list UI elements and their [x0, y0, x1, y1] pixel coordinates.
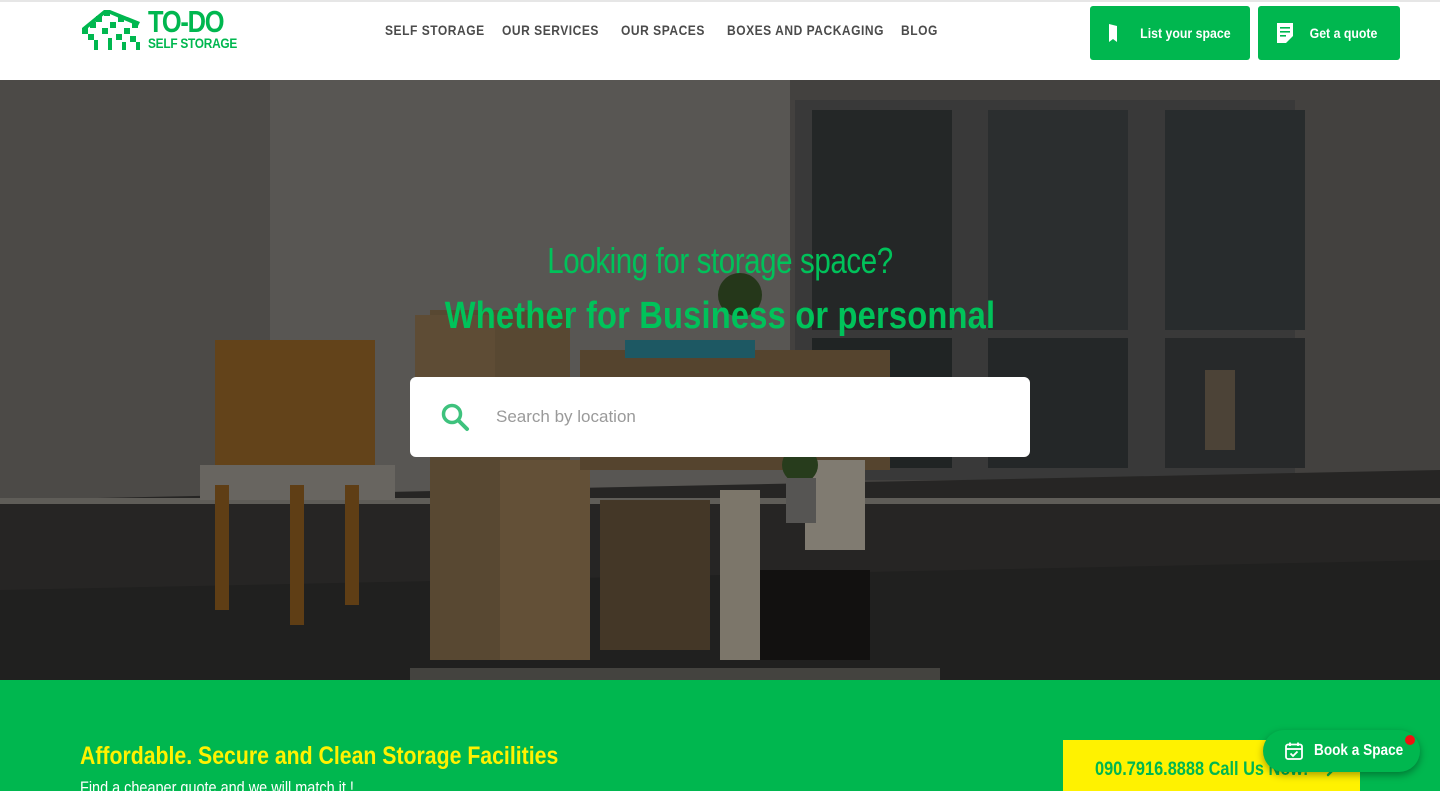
- notification-dot: [1405, 735, 1415, 745]
- main-nav: SELF STORAGE OUR SERVICES OUR SPACES BOX…: [385, 22, 974, 38]
- logo-mark-icon: [82, 10, 140, 50]
- logo-tagline: SELF STORAGE: [148, 36, 238, 51]
- list-your-space-button[interactable]: List your space: [1090, 6, 1250, 60]
- logo-name: TO-DO: [148, 4, 225, 39]
- promo-title: Affordable. Secure and Clean Storage Fac…: [80, 742, 559, 770]
- document-icon: [1277, 23, 1294, 43]
- get-a-quote-label: Get a quote: [1310, 25, 1378, 41]
- nav-boxes-and-packaging[interactable]: BOXES AND PACKAGING: [727, 22, 883, 38]
- hero-section: Looking for storage space? Whether for B…: [0, 80, 1440, 680]
- location-search-box[interactable]: [410, 377, 1030, 457]
- bookmark-icon: [1108, 24, 1117, 42]
- search-icon[interactable]: [440, 402, 470, 432]
- site-header: TO-DO SELF STORAGE SELF STORAGE OUR SERV…: [0, 0, 1440, 80]
- hero-heading: Looking for storage space?: [547, 240, 893, 281]
- promo-band: Affordable. Secure and Clean Storage Fac…: [0, 680, 1440, 791]
- nav-blog[interactable]: BLOG: [901, 22, 938, 38]
- location-search-input[interactable]: [496, 407, 996, 427]
- get-a-quote-button[interactable]: Get a quote: [1258, 6, 1400, 60]
- list-your-space-label: List your space: [1139, 25, 1231, 41]
- nav-self-storage[interactable]: SELF STORAGE: [385, 22, 484, 38]
- book-a-space-button[interactable]: Book a Space: [1263, 730, 1420, 772]
- nav-our-services[interactable]: OUR SERVICES: [502, 22, 598, 38]
- logo[interactable]: TO-DO SELF STORAGE: [80, 6, 249, 52]
- book-a-space-label: Book a Space: [1314, 742, 1404, 759]
- promo-text: Find a cheaper quote and we will match i…: [80, 778, 354, 791]
- calendar-check-icon: [1285, 742, 1303, 760]
- hero-subheading: Whether for Business or personnal: [444, 295, 996, 337]
- nav-our-spaces[interactable]: OUR SPACES: [621, 22, 704, 38]
